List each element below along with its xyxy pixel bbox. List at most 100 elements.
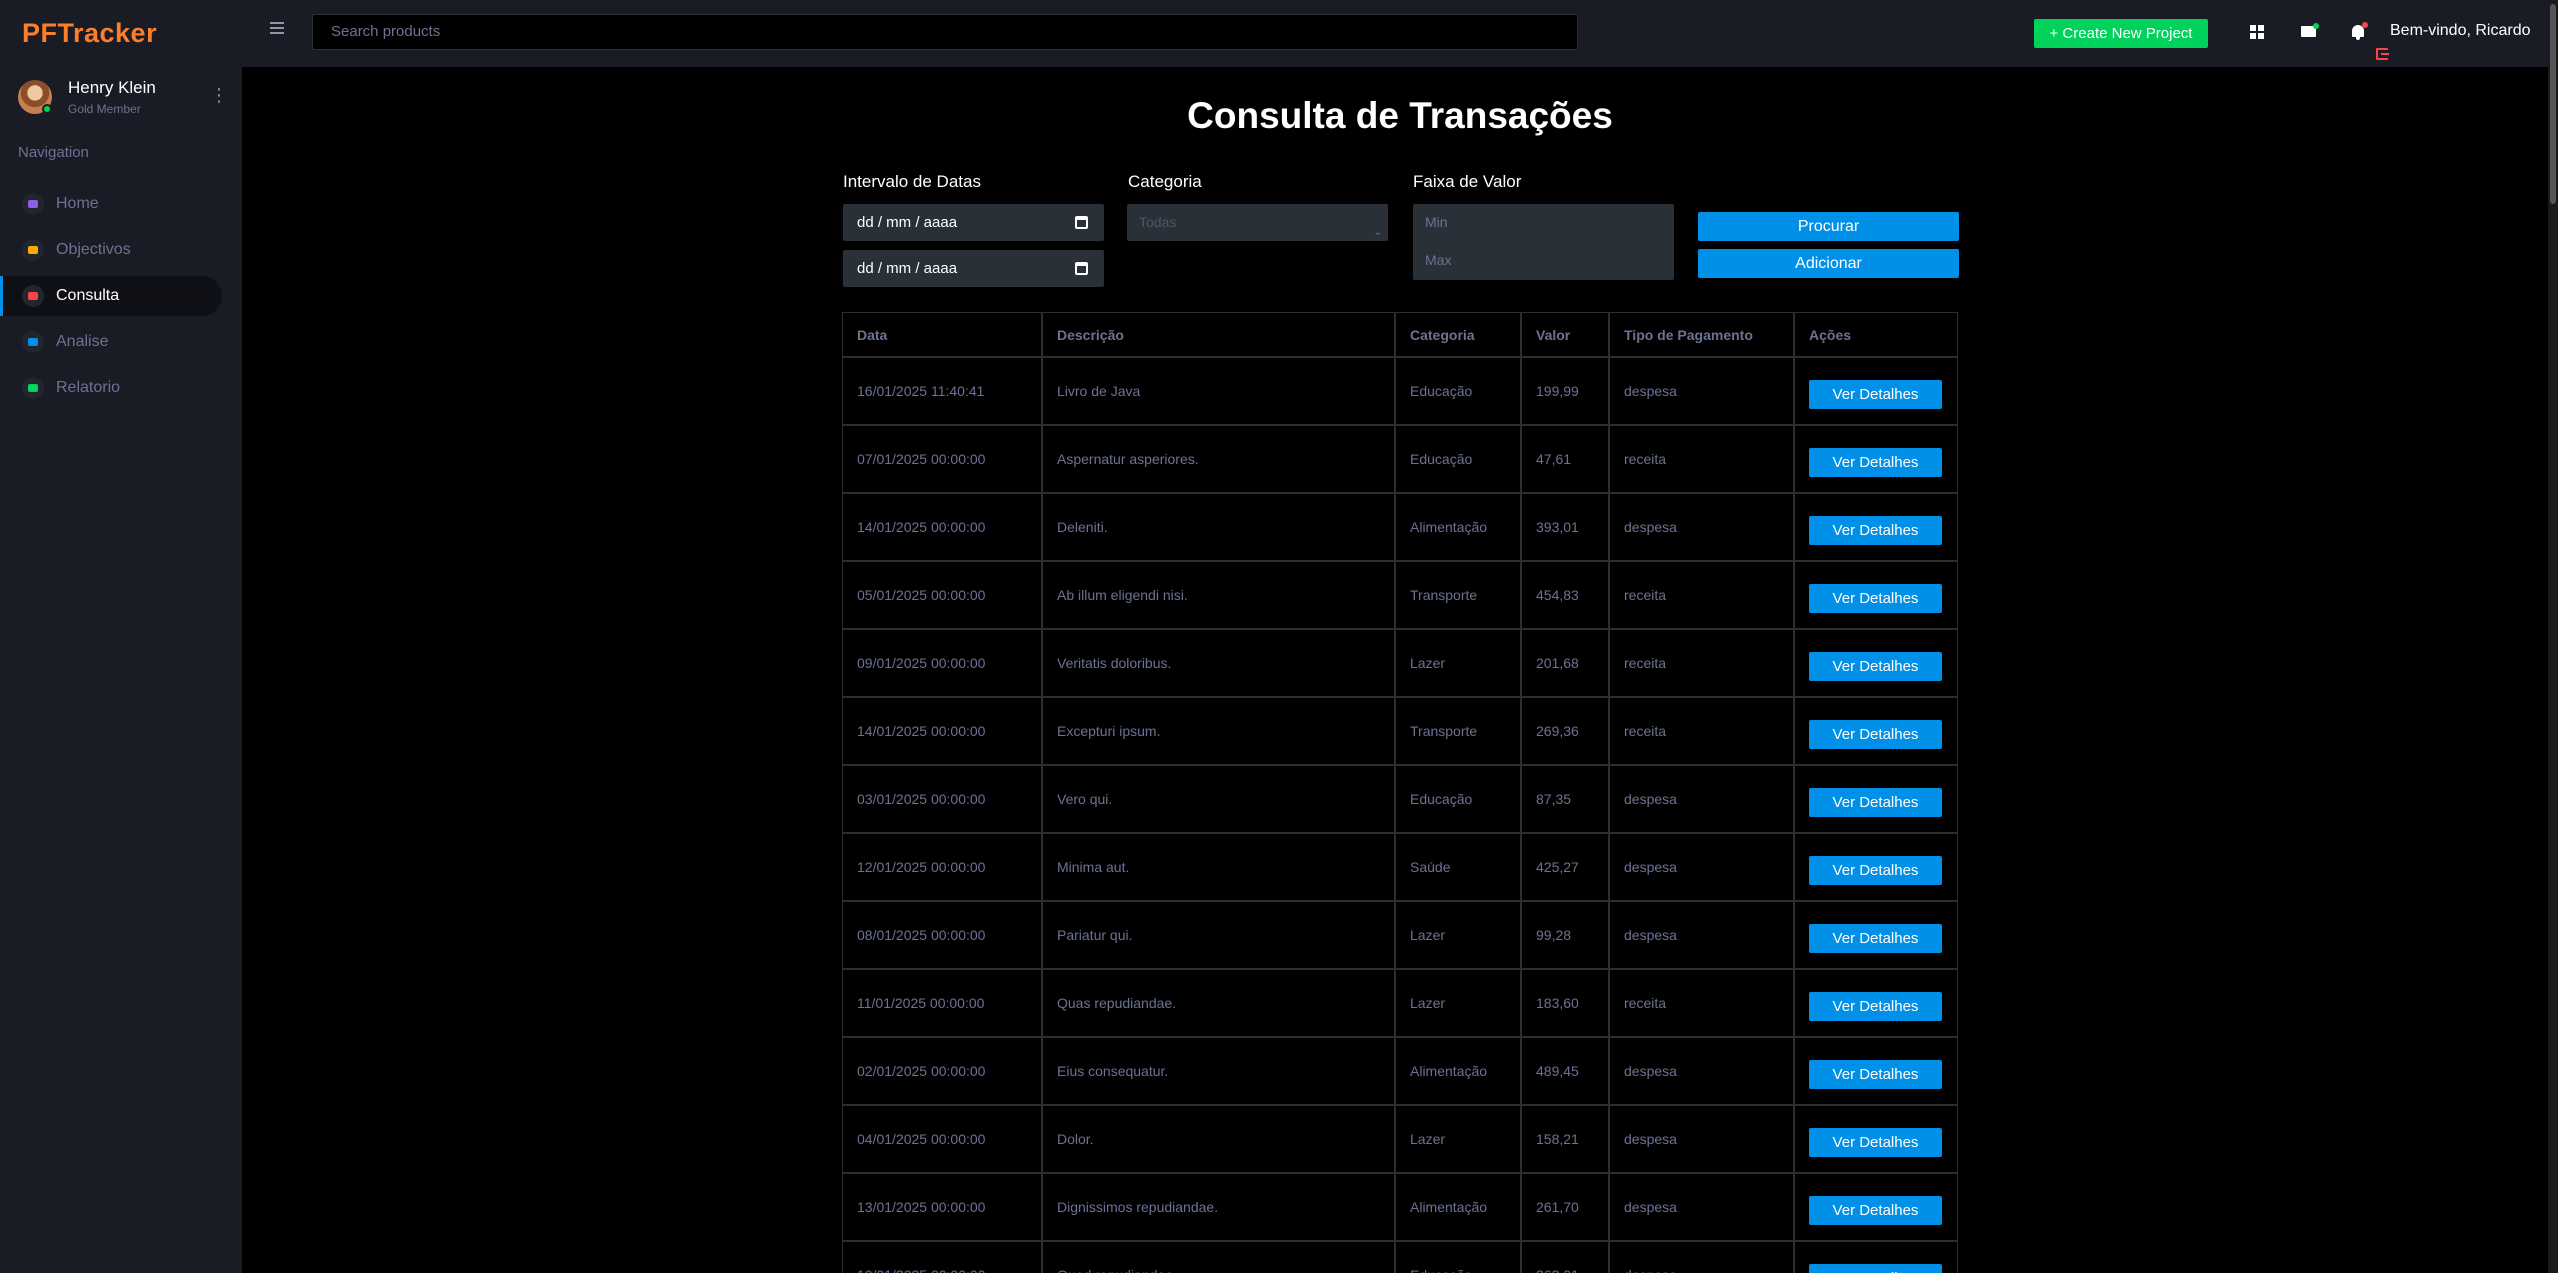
create-project-button[interactable]: + Create New Project bbox=[2034, 19, 2208, 48]
description-cell: Vero qui. bbox=[1042, 765, 1396, 834]
view-details-button[interactable]: Ver Detalhes bbox=[1809, 447, 1942, 477]
category-cell: Alimentação bbox=[1395, 493, 1522, 562]
page-scrollbar[interactable] bbox=[2548, 0, 2558, 1273]
view-details-button[interactable]: Ver Detalhes bbox=[1809, 787, 1942, 817]
value-cell: 261,70 bbox=[1521, 1173, 1610, 1242]
bell-icon[interactable] bbox=[2348, 21, 2370, 43]
search-input[interactable]: Search products bbox=[312, 14, 1578, 50]
add-button[interactable]: Adicionar bbox=[1698, 249, 1959, 278]
date-cell: 14/01/2025 00:00:00 bbox=[843, 493, 1043, 562]
description-cell: Aspernatur asperiores. bbox=[1042, 425, 1396, 494]
date-cell: 07/01/2025 00:00:00 bbox=[843, 425, 1043, 494]
actions-cell: Ver Detalhes bbox=[1794, 901, 1957, 970]
date-cell: 16/01/2025 11:40:41 bbox=[843, 357, 1043, 426]
payment-type-cell: despesa bbox=[1609, 1173, 1795, 1242]
column-header[interactable]: Descrição bbox=[1042, 313, 1396, 358]
payment-type-cell: despesa bbox=[1609, 1241, 1795, 1273]
calendar-icon[interactable] bbox=[1075, 262, 1088, 275]
view-details-button[interactable]: Ver Detalhes bbox=[1809, 991, 1942, 1021]
max-value-input[interactable]: Max bbox=[1425, 252, 1451, 268]
view-details-button[interactable]: Ver Detalhes bbox=[1809, 855, 1942, 885]
description-cell: Ab illum eligendi nisi. bbox=[1042, 561, 1396, 630]
column-header[interactable]: Tipo de Pagamento bbox=[1609, 313, 1795, 358]
page-title: Consulta de Transações bbox=[1187, 95, 1613, 136]
actions-cell: Ver Detalhes bbox=[1794, 1105, 1957, 1174]
transactions-table: Data Descrição Categoria Valor Tipo de Pagam… bbox=[843, 313, 1957, 1273]
sidebar-item-analise[interactable]: Analise bbox=[0, 322, 222, 362]
column-header[interactable]: Ações bbox=[1794, 313, 1957, 358]
view-details-button[interactable]: Ver Detalhes bbox=[1809, 379, 1942, 409]
date-cell: 02/01/2025 00:00:00 bbox=[843, 1037, 1043, 1106]
category-select[interactable]: Todas ⌄ bbox=[1127, 204, 1388, 241]
value-cell: 158,21 bbox=[1521, 1105, 1610, 1174]
category-cell: Alimentação bbox=[1395, 1037, 1522, 1106]
view-details-button[interactable]: Ver Detalhes bbox=[1809, 923, 1942, 953]
value-cell: 489,45 bbox=[1521, 1037, 1610, 1106]
column-header[interactable]: Categoria bbox=[1395, 313, 1522, 358]
view-details-button[interactable]: Ver Detalhes bbox=[1809, 1059, 1942, 1089]
min-value-input[interactable]: Min bbox=[1425, 214, 1448, 230]
view-details-button[interactable]: Ver Detalhes bbox=[1809, 515, 1942, 545]
value-cell: 199,99 bbox=[1521, 357, 1610, 426]
value-cell: 393,01 bbox=[1521, 493, 1610, 562]
category-cell: Educação bbox=[1395, 1241, 1522, 1273]
date-cell: 14/01/2025 00:00:00 bbox=[843, 697, 1043, 766]
chevron-down-icon: ⌄ bbox=[1373, 227, 1382, 238]
table-row: 14/01/2025 00:00:00 Deleniti. Alimentação 3… bbox=[843, 493, 1957, 562]
scrollbar-thumb[interactable] bbox=[2550, 4, 2556, 204]
sidebar-item-consulta[interactable]: Consulta bbox=[0, 276, 222, 316]
profile-name: Henry Klein bbox=[68, 78, 156, 97]
actions-cell: Ver Detalhes bbox=[1794, 493, 1957, 562]
search-button[interactable]: Procurar bbox=[1698, 212, 1959, 241]
date-from-input[interactable]: dd / mm / aaaa bbox=[843, 204, 1104, 241]
view-details-button[interactable]: Ver Detalhes bbox=[1809, 1127, 1942, 1157]
table-row: 08/01/2025 00:00:00 Pariatur qui. Lazer 99,… bbox=[843, 901, 1957, 970]
description-cell: Dignissimos repudiandae. bbox=[1042, 1173, 1396, 1242]
sidebar-item-relatorio[interactable]: Relatorio bbox=[0, 368, 222, 408]
date-cell: 08/01/2025 00:00:00 bbox=[843, 901, 1043, 970]
description-cell: Deleniti. bbox=[1042, 493, 1396, 562]
more-vertical-icon[interactable]: ⋮ bbox=[210, 84, 228, 106]
date-cell: 12/01/2025 00:00:00 bbox=[843, 833, 1043, 902]
actions-cell: Ver Detalhes bbox=[1794, 1037, 1957, 1106]
payment-type-cell: despesa bbox=[1609, 1037, 1795, 1106]
category-cell: Alimentação bbox=[1395, 1173, 1522, 1242]
playlist-icon bbox=[22, 285, 44, 307]
table-row: 16/01/2025 11:40:41 Livro de Java Educação… bbox=[843, 357, 1957, 426]
sidebar-item-home[interactable]: Home bbox=[0, 184, 222, 224]
table-row: 04/01/2025 00:00:00 Dolor. Lazer 158,21 desp… bbox=[843, 1105, 1957, 1174]
profile-role: Gold Member bbox=[68, 102, 141, 116]
description-cell: Veritatis doloribus. bbox=[1042, 629, 1396, 698]
view-details-button[interactable]: Ver Detalhes bbox=[1809, 719, 1942, 749]
value-range-box: Min Max bbox=[1413, 204, 1674, 280]
sidebar-item-objectivos[interactable]: Objectivos bbox=[0, 230, 222, 270]
actions-cell: Ver Detalhes bbox=[1794, 425, 1957, 494]
logout-icon[interactable] bbox=[2376, 48, 2389, 60]
value-cell: 201,68 bbox=[1521, 629, 1610, 698]
description-cell: Quas repudiandae. bbox=[1042, 969, 1396, 1038]
actions-cell: Ver Detalhes bbox=[1794, 969, 1957, 1038]
laptop-icon bbox=[22, 239, 44, 261]
menu-toggle-icon[interactable] bbox=[270, 22, 284, 34]
brand-logo[interactable]: PFTracker bbox=[22, 18, 157, 49]
category-value: Todas bbox=[1139, 214, 1177, 230]
column-header[interactable]: Valor bbox=[1521, 313, 1610, 358]
value-cell: 183,60 bbox=[1521, 969, 1610, 1038]
calendar-icon[interactable] bbox=[1075, 216, 1088, 229]
view-details-button[interactable]: Ver Detalhes bbox=[1809, 651, 1942, 681]
grid-icon[interactable] bbox=[2246, 21, 2268, 43]
column-header[interactable]: Data bbox=[843, 313, 1043, 358]
category-cell: Lazer bbox=[1395, 1105, 1522, 1174]
date-to-input[interactable]: dd / mm / aaaa bbox=[843, 250, 1104, 287]
view-details-button[interactable]: Ver Detalhes bbox=[1809, 1263, 1942, 1273]
category-cell: Educação bbox=[1395, 765, 1522, 834]
welcome-text[interactable]: Bem-vindo, Ricardo bbox=[2390, 22, 2531, 40]
table-row: 14/01/2025 00:00:00 Excepturi ipsum. Trans… bbox=[843, 697, 1957, 766]
view-details-button[interactable]: Ver Detalhes bbox=[1809, 583, 1942, 613]
date-cell: 11/01/2025 00:00:00 bbox=[843, 969, 1043, 1038]
value-cell: 87,35 bbox=[1521, 765, 1610, 834]
mail-icon[interactable] bbox=[2298, 21, 2320, 43]
view-details-button[interactable]: Ver Detalhes bbox=[1809, 1195, 1942, 1225]
sidebar-item-label: Relatorio bbox=[56, 379, 121, 396]
value-cell: 363,01 bbox=[1521, 1241, 1610, 1273]
